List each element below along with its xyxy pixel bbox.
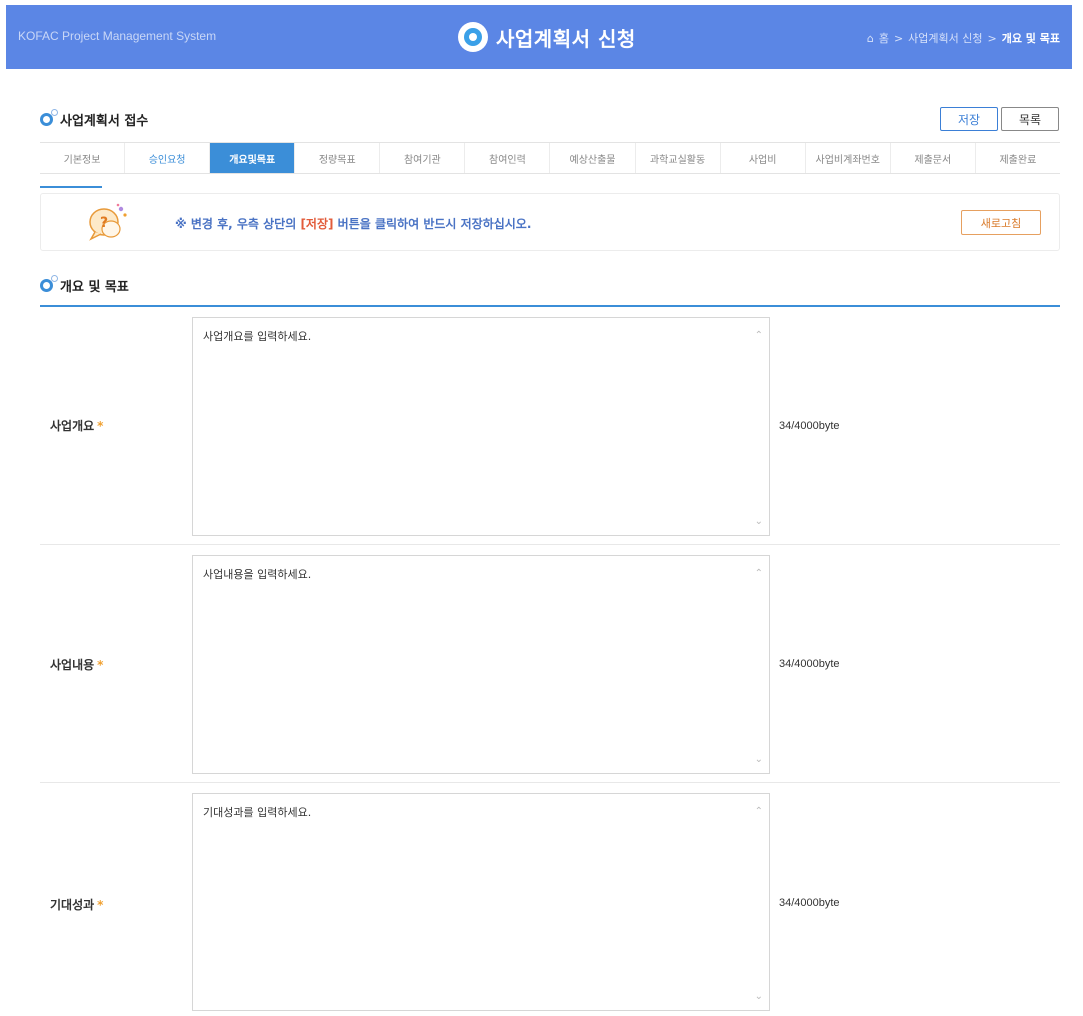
byte-counter: 34/4000byte bbox=[779, 420, 840, 432]
breadcrumb: ⌂ 홈 > 사업계획서 신청 > 개요 및 목표 bbox=[867, 30, 1060, 46]
svg-text:?: ? bbox=[100, 215, 108, 231]
step-tabs: 기본정보 승인요청 개요및목표 정량목표 참여기관 참여인력 예상산출물 과학교… bbox=[40, 142, 1060, 174]
field-label: 사업내용 * bbox=[50, 656, 103, 673]
field-label: 기대성과 * bbox=[50, 896, 103, 913]
scroll-up-icon[interactable]: ⌃ bbox=[755, 806, 763, 817]
field-label-text: 사업내용 bbox=[50, 658, 95, 672]
tab-quantitative-goals[interactable]: 정량목표 bbox=[295, 143, 381, 173]
tab-participating-staff[interactable]: 참여인력 bbox=[465, 143, 551, 173]
field-row-overview: 사업개요* ⌃ ⌄ 34/4000byte bbox=[40, 307, 1060, 545]
ring-bullet-icon bbox=[40, 109, 58, 126]
page-title-group: 사업계획서 신청 bbox=[458, 19, 636, 55]
required-mark: * bbox=[97, 419, 104, 433]
tab-complete[interactable]: 제출완료 bbox=[976, 143, 1060, 173]
section-title: 사업계획서 접수 bbox=[60, 114, 149, 129]
chevron-right-icon: > bbox=[893, 31, 904, 45]
tab-documents[interactable]: 제출문서 bbox=[891, 143, 976, 173]
tab-participating-orgs[interactable]: 참여기관 bbox=[380, 143, 466, 173]
chevron-right-icon: > bbox=[987, 31, 997, 45]
scroll-down-icon[interactable]: ⌄ bbox=[755, 991, 763, 1002]
tab-basic-info[interactable]: 기본정보 bbox=[40, 143, 126, 173]
textarea-box: ⌃ ⌄ bbox=[192, 793, 770, 1011]
notice-suffix: 버튼을 클릭하여 반드시 저장하십시오. bbox=[333, 217, 532, 231]
notice-highlight: [저장] bbox=[300, 217, 334, 231]
section-heading-overview: 개요 및 목표 bbox=[40, 275, 129, 295]
home-icon[interactable]: ⌂ bbox=[867, 32, 874, 45]
scroll-up-icon[interactable]: ⌃ bbox=[755, 330, 763, 341]
outcomes-textarea[interactable] bbox=[193, 794, 769, 1010]
section-heading-submission: 사업계획서 접수 bbox=[40, 109, 149, 129]
tab-expected-outputs[interactable]: 예상산출물 bbox=[550, 143, 636, 173]
content-textarea[interactable] bbox=[193, 556, 769, 773]
top-header-bar: KOFAC Project Management System 사업계획서 신청… bbox=[6, 5, 1072, 69]
notice-box: ? ※ 변경 후, 우측 상단의 [저장] 버튼을 클릭하여 반드시 저장하십시… bbox=[40, 193, 1060, 251]
scroll-up-icon[interactable]: ⌃ bbox=[755, 568, 763, 579]
tab-budget-account[interactable]: 사업비계좌번호 bbox=[806, 143, 891, 173]
save-button[interactable]: 저장 bbox=[940, 107, 998, 131]
textarea-box: ⌃ ⌄ bbox=[192, 555, 770, 774]
breadcrumb-home[interactable]: 홈 bbox=[879, 30, 889, 46]
required-mark: * bbox=[97, 898, 104, 912]
ring-bullet-icon bbox=[40, 275, 58, 292]
required-mark: * bbox=[97, 658, 104, 672]
field-label-text: 사업개요 bbox=[50, 419, 95, 433]
field-label: 사업개요 * bbox=[50, 417, 103, 434]
list-button[interactable]: 목록 bbox=[1001, 107, 1059, 131]
overview-textarea[interactable] bbox=[193, 318, 769, 535]
tab-science-class[interactable]: 과학교실활동 bbox=[636, 143, 721, 173]
breadcrumb-level1[interactable]: 사업계획서 신청 bbox=[908, 30, 982, 46]
scroll-down-icon[interactable]: ⌄ bbox=[755, 754, 763, 765]
notice-message: ※ 변경 후, 우측 상단의 [저장] 버튼을 클릭하여 반드시 저장하십시오. bbox=[175, 215, 531, 232]
refresh-button[interactable]: 새로고침 bbox=[961, 210, 1041, 235]
question-bubble-icon: ? bbox=[89, 203, 127, 241]
field-label-text: 기대성과 bbox=[50, 898, 95, 912]
page-title: 사업계획서 신청 bbox=[496, 26, 636, 51]
scroll-down-icon[interactable]: ⌄ bbox=[755, 516, 763, 527]
target-logo-icon bbox=[458, 22, 488, 52]
field-row-content: 사업내용* ⌃ ⌄ 34/4000byte bbox=[40, 545, 1060, 783]
tab-approval-request[interactable]: 승인요청 bbox=[125, 143, 211, 173]
breadcrumb-current: 개요 및 목표 bbox=[1001, 32, 1060, 45]
tab-budget[interactable]: 사업비 bbox=[721, 143, 806, 173]
system-name: KOFAC Project Management System bbox=[18, 29, 217, 43]
section-title: 개요 및 목표 bbox=[60, 280, 129, 295]
field-row-outcomes: 기대성과* ⌃ ⌄ 34/4000byte bbox=[40, 783, 1060, 1016]
textarea-box: ⌃ ⌄ bbox=[192, 317, 770, 536]
tab-overview-goals[interactable]: 개요및목표 bbox=[210, 143, 296, 173]
tab-underline bbox=[40, 186, 102, 188]
byte-counter: 34/4000byte bbox=[779, 658, 840, 670]
byte-counter: 34/4000byte bbox=[779, 897, 840, 909]
notice-prefix: ※ 변경 후, 우측 상단의 bbox=[175, 217, 301, 231]
